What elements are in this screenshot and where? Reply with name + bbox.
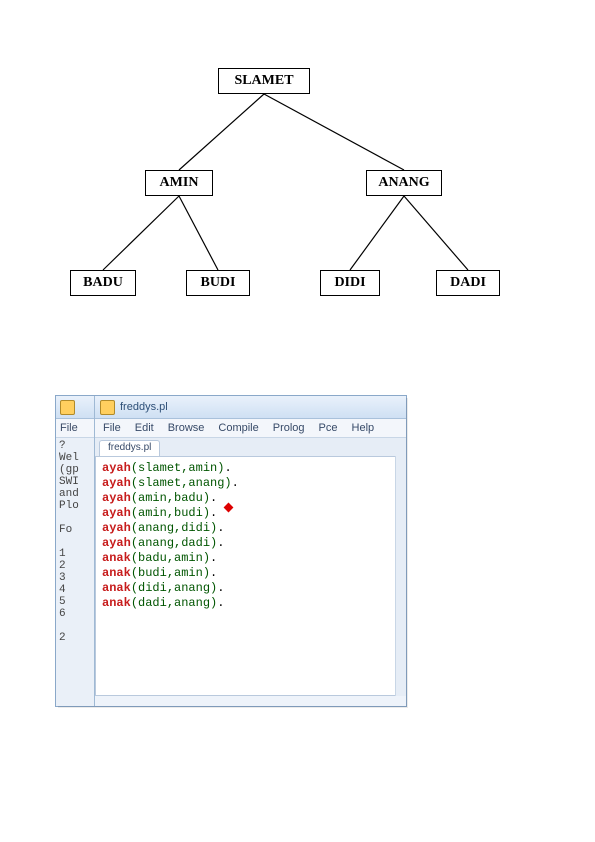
code-keyword: anak xyxy=(102,581,131,595)
background-menu-file[interactable]: File xyxy=(60,422,78,434)
tree-connectors xyxy=(0,0,595,400)
tree-leaf-didi: DIDI xyxy=(320,270,380,296)
code-terminator: . xyxy=(210,566,217,580)
code-args: (anang,didi) xyxy=(131,521,217,535)
code-keyword: ayah xyxy=(102,461,131,475)
screenshot-ide: File ? Wel (gp SWI and Plo Fo 1 2 3 4 5 … xyxy=(56,396,406,706)
code-keyword: ayah xyxy=(102,521,131,535)
editor-menubar: File Edit Browse Compile Prolog Pce Help xyxy=(95,419,406,438)
menu-prolog[interactable]: Prolog xyxy=(273,422,305,434)
tree-node-amin: AMIN xyxy=(145,170,213,196)
code-args: (slamet,amin) xyxy=(131,461,225,475)
tree-root: SLAMET xyxy=(218,68,310,94)
code-keyword: ayah xyxy=(102,506,131,520)
code-line: ayah(amin,badu). xyxy=(102,491,389,506)
tree-leaf-badu-label: BADU xyxy=(83,275,123,291)
code-terminator: . xyxy=(217,581,224,595)
editor-scrollbar[interactable] xyxy=(395,456,406,696)
page: SLAMET AMIN ANANG BADU BUDI DIDI DADI Fi… xyxy=(0,0,595,842)
code-line: anak(didi,anang). xyxy=(102,581,389,596)
code-line: ayah(anang,dadi). xyxy=(102,536,389,551)
menu-help[interactable]: Help xyxy=(352,422,375,434)
code-terminator: . xyxy=(224,461,231,475)
tree-leaf-budi-label: BUDI xyxy=(200,275,235,291)
background-console-body: ? Wel (gp SWI and Plo Fo 1 2 3 4 5 6 2 xyxy=(56,438,94,646)
background-menu: File xyxy=(56,419,94,438)
code-keyword: ayah xyxy=(102,491,131,505)
tree-leaf-dadi-label: DADI xyxy=(450,275,486,291)
background-titlebar xyxy=(56,396,94,419)
code-keyword: anak xyxy=(102,551,131,565)
code-line: ayah(anang,didi). xyxy=(102,521,389,536)
editor-title: freddys.pl xyxy=(120,401,168,413)
menu-browse[interactable]: Browse xyxy=(168,422,205,434)
background-console: File ? Wel (gp SWI and Plo Fo 1 2 3 4 5 … xyxy=(56,396,95,706)
tree-leaf-dadi: DADI xyxy=(436,270,500,296)
code-line: ayah(amin,budi). xyxy=(102,506,389,521)
code-terminator: . xyxy=(217,596,224,610)
code-args: (slamet,anang) xyxy=(131,476,232,490)
editor-titlebar[interactable]: freddys.pl xyxy=(95,396,406,419)
tree-leaf-badu: BADU xyxy=(70,270,136,296)
code-line: anak(badu,amin). xyxy=(102,551,389,566)
code-args: (badu,amin) xyxy=(131,551,210,565)
code-keyword: ayah xyxy=(102,536,131,550)
code-line: ayah(slamet,amin). xyxy=(102,461,389,476)
code-args: (didi,anang) xyxy=(131,581,217,595)
code-args: (amin,badu) xyxy=(131,491,210,505)
code-args: (anang,dadi) xyxy=(131,536,217,550)
tree-leaf-didi-label: DIDI xyxy=(334,275,365,291)
menu-compile[interactable]: Compile xyxy=(218,422,258,434)
tree-node-anang: ANANG xyxy=(366,170,442,196)
tree-node-amin-label: AMIN xyxy=(160,175,199,191)
code-terminator: . xyxy=(210,551,217,565)
editor-window: freddys.pl File Edit Browse Compile Prol… xyxy=(94,396,406,706)
code-terminator: . xyxy=(210,506,217,520)
code-terminator: . xyxy=(217,536,224,550)
editor-body[interactable]: ayah(slamet,amin).ayah(slamet,anang).aya… xyxy=(95,456,396,696)
tree-node-anang-label: ANANG xyxy=(378,175,429,191)
code-args: (amin,budi) xyxy=(131,506,210,520)
menu-edit[interactable]: Edit xyxy=(135,422,154,434)
tree-root-label: SLAMET xyxy=(234,73,293,89)
editor-tab-label: freddys.pl xyxy=(108,442,151,453)
code-terminator: . xyxy=(232,476,239,490)
tree-leaf-budi: BUDI xyxy=(186,270,250,296)
code-line: anak(dadi,anang). xyxy=(102,596,389,611)
code-line: ayah(slamet,anang). xyxy=(102,476,389,491)
menu-file[interactable]: File xyxy=(103,422,121,434)
code-args: (dadi,anang) xyxy=(131,596,217,610)
menu-pce[interactable]: Pce xyxy=(319,422,338,434)
code-keyword: anak xyxy=(102,566,131,580)
code-terminator: . xyxy=(217,521,224,535)
code-keyword: anak xyxy=(102,596,131,610)
code-keyword: ayah xyxy=(102,476,131,490)
code-line: anak(budi,amin). xyxy=(102,566,389,581)
code-terminator: . xyxy=(210,491,217,505)
owl-icon xyxy=(60,400,75,415)
file-icon xyxy=(100,400,115,415)
code-args: (budi,amin) xyxy=(131,566,210,580)
